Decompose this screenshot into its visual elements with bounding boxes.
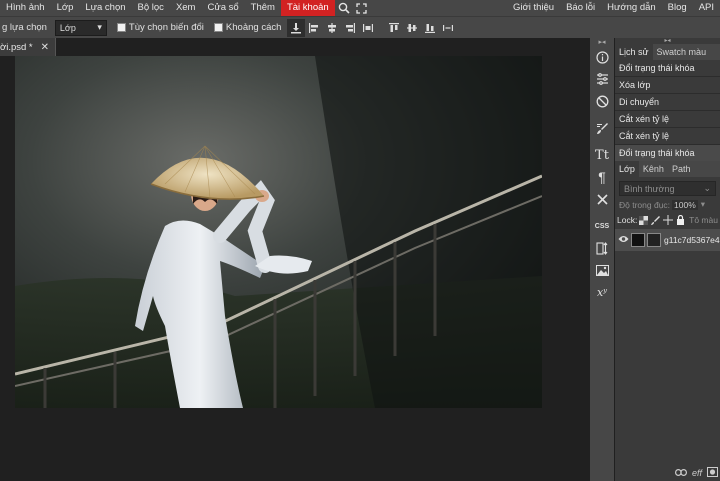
distribute-horizontal-icon[interactable] xyxy=(439,19,457,37)
transform-options-label: Tùy chọn biến đổi xyxy=(128,22,204,33)
layer-name[interactable]: g11c7d5367e4 xyxy=(664,235,720,245)
auto-select-label: g lựa chọn xyxy=(2,22,47,33)
options-bar: g lựa chọn Lớp ▾ Tùy chọn biến đổi Khoản… xyxy=(0,16,720,38)
right-panels: ▸◂ Lịch sử Swatch màu Đổi trạng thái khó… xyxy=(615,38,720,481)
menu-filter[interactable]: Bộ lọc xyxy=(132,0,170,16)
blend-mode-select[interactable]: Bình thường ⌄ xyxy=(619,181,716,196)
eye-icon[interactable] xyxy=(618,235,629,246)
lock-position-icon[interactable] xyxy=(662,215,674,225)
history-item[interactable]: Cắt xén tỷ lệ xyxy=(615,128,720,145)
checkbox-box[interactable] xyxy=(213,23,223,32)
brush-settings-icon[interactable] xyxy=(590,117,614,139)
chevron-down-icon: ⌄ xyxy=(703,183,711,193)
mode-select[interactable]: Lớp ▾ xyxy=(54,19,107,36)
layers-panel: Lớp Kênh Path Bình thường ⌄ Độ trong đục… xyxy=(615,161,720,481)
info-icon[interactable] xyxy=(590,46,614,68)
history-item[interactable]: Cắt xén tỷ lệ xyxy=(615,111,720,128)
distances-label: Khoảng cách xyxy=(225,22,282,33)
effects-button[interactable]: eff xyxy=(692,468,702,478)
history-item[interactable]: Di chuyển xyxy=(615,94,720,111)
glyphs-icon[interactable]: xʸ xyxy=(590,281,614,303)
fill-label: Tô màu xyxy=(689,215,718,225)
menu-bar: Hình ảnh Lớp Lựa chọn Bộ lọc Xem Cửa sổ … xyxy=(0,0,720,16)
menu-report-bug[interactable]: Báo lỗi xyxy=(560,0,601,16)
fullscreen-icon[interactable] xyxy=(353,0,371,16)
download-icon[interactable] xyxy=(287,18,306,37)
lock-row: Lock: Tô màu xyxy=(615,210,720,225)
history-item[interactable]: Đổi trạng thái khóa xyxy=(615,60,720,77)
menu-api[interactable]: API xyxy=(693,0,720,16)
blend-mode-value: Bình thường xyxy=(624,183,675,194)
document-tab[interactable]: ời.psd * ✕ xyxy=(0,38,57,56)
mask-icon[interactable] xyxy=(707,467,718,479)
mode-select-value: Lớp xyxy=(59,22,76,33)
tab-channels[interactable]: Kênh xyxy=(639,161,668,177)
canvas-image[interactable] xyxy=(15,56,542,408)
chevron-down-icon: ▾ xyxy=(97,22,102,32)
align-right-icon[interactable] xyxy=(341,19,359,37)
history-list: Đổi trạng thái khóa Xóa lớp Di chuyển Cắ… xyxy=(615,60,720,162)
menu-window[interactable]: Cửa sổ xyxy=(201,0,244,16)
menu-about[interactable]: Giới thiệu xyxy=(507,0,560,16)
layers-footer: eff xyxy=(674,467,718,479)
menu-more[interactable]: Thêm xyxy=(245,0,281,16)
lock-label: Lock: xyxy=(617,215,638,225)
no-entry-icon[interactable] xyxy=(590,90,614,112)
lock-all-icon[interactable] xyxy=(674,215,686,225)
document-name: ời.psd * xyxy=(0,41,33,53)
history-tabs: Lịch sử Swatch màu xyxy=(615,44,720,60)
lock-transparency-icon[interactable] xyxy=(637,215,649,225)
menu-select[interactable]: Lựa chọn xyxy=(79,0,131,16)
lock-pixels-icon[interactable] xyxy=(650,215,662,225)
opacity-label: Độ trong đục: xyxy=(619,199,671,210)
align-left-icon[interactable] xyxy=(305,19,323,37)
distribute-icon[interactable] xyxy=(359,19,377,37)
layer-row[interactable]: g11c7d5367e4 xyxy=(615,229,720,251)
checkbox-box[interactable] xyxy=(116,23,126,32)
character-icon[interactable]: Tt xyxy=(590,144,614,166)
photo xyxy=(15,56,542,408)
align-middle-icon[interactable] xyxy=(403,19,421,37)
align-center-icon[interactable] xyxy=(323,19,341,37)
image-icon[interactable] xyxy=(590,259,614,281)
opacity-input[interactable]: 100% xyxy=(672,199,698,210)
properties-icon[interactable] xyxy=(590,237,614,259)
collapse-handle[interactable]: ▸◂ xyxy=(590,38,614,46)
adjustments-icon[interactable] xyxy=(590,68,614,90)
distances-checkbox[interactable]: Khoảng cách xyxy=(213,22,282,33)
history-item[interactable]: Xóa lớp xyxy=(615,77,720,94)
menu-view[interactable]: Xem xyxy=(170,0,202,16)
close-icon[interactable]: ✕ xyxy=(41,42,49,53)
chevron-down-icon[interactable]: ▾ xyxy=(701,199,705,210)
tab-history[interactable]: Lịch sử xyxy=(615,44,653,60)
layers-tabs: Lớp Kênh Path xyxy=(615,161,720,177)
align-bottom-icon[interactable] xyxy=(421,19,439,37)
panel-toolbar: ▸◂ Tt ¶ CSS xʸ xyxy=(590,38,614,481)
layer-mask-thumbnail[interactable] xyxy=(647,233,661,247)
layer-thumbnail[interactable] xyxy=(631,233,645,247)
menu-image[interactable]: Hình ảnh xyxy=(0,0,51,16)
transform-options-checkbox[interactable]: Tùy chọn biến đổi xyxy=(116,22,204,33)
menu-layer[interactable]: Lớp xyxy=(51,0,80,16)
menu-blog[interactable]: Blog xyxy=(662,0,693,16)
tab-paths[interactable]: Path xyxy=(668,161,695,177)
opacity-row: Độ trong đục: 100% ▾ xyxy=(615,196,720,210)
paragraph-icon[interactable]: ¶ xyxy=(590,166,614,188)
css-icon[interactable]: CSS xyxy=(590,215,614,237)
tab-swatches[interactable]: Swatch màu xyxy=(653,44,711,60)
search-icon[interactable] xyxy=(335,0,353,16)
align-top-icon[interactable] xyxy=(385,19,403,37)
menu-account[interactable]: Tài khoản xyxy=(280,0,335,16)
tools-icon[interactable] xyxy=(590,188,614,210)
menu-guide[interactable]: Hướng dẫn xyxy=(601,0,662,16)
tab-layers[interactable]: Lớp xyxy=(615,161,639,177)
link-icon[interactable] xyxy=(674,468,687,478)
history-item-current[interactable]: Đổi trạng thái khóa xyxy=(615,145,720,162)
